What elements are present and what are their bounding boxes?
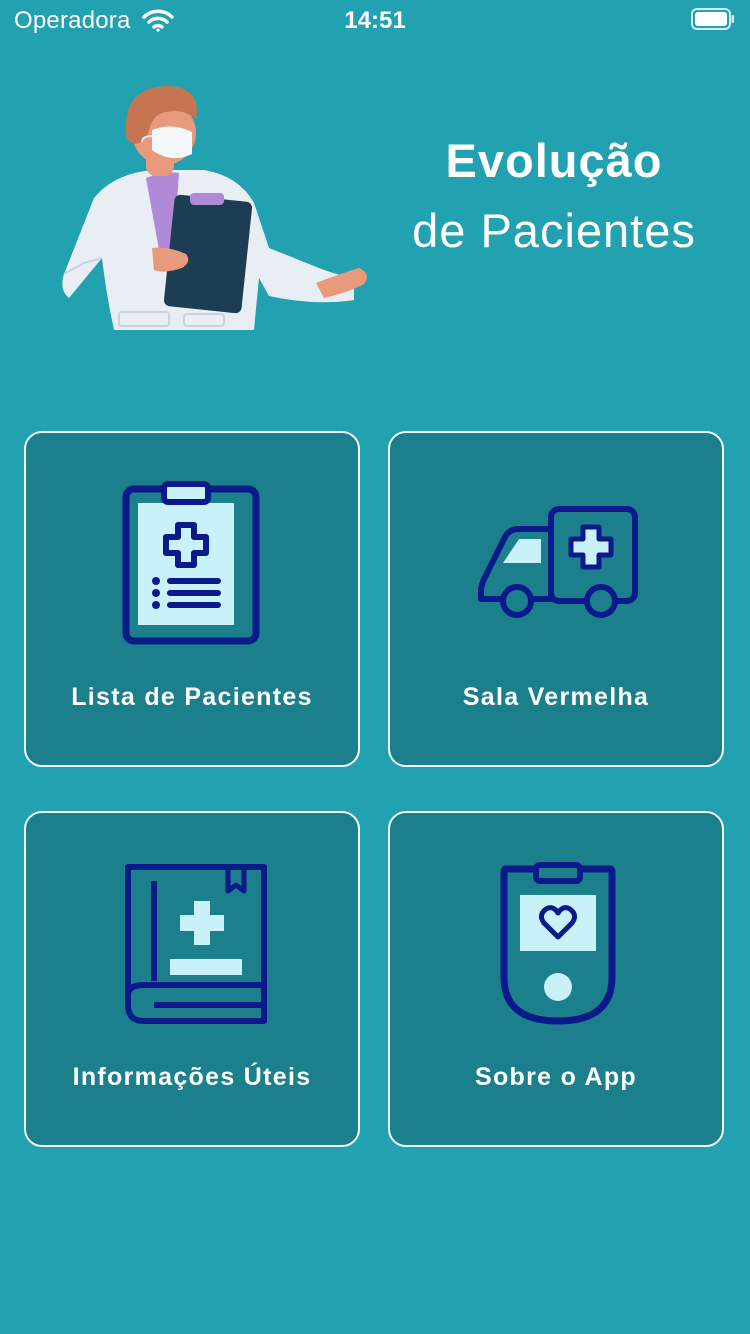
menu-card-label: Sobre o App <box>475 1063 637 1091</box>
menu-card-useful-info[interactable]: Informações Úteis <box>24 811 360 1147</box>
menu-card-red-room[interactable]: Sala Vermelha <box>388 431 724 767</box>
menu-card-about-app[interactable]: Sobre o App <box>388 811 724 1147</box>
clock: 14:51 <box>344 7 406 34</box>
ambulance-icon <box>478 506 638 618</box>
clipboard-medical-icon <box>122 481 260 645</box>
status-bar: Operadora 14:51 <box>0 0 750 40</box>
heart-monitor-device-icon <box>500 862 616 1025</box>
app-title: Evolução <box>445 134 663 187</box>
menu-card-label: Lista de Pacientes <box>71 683 313 711</box>
menu-card-label: Informações Úteis <box>72 1063 312 1091</box>
medical-book-icon <box>125 864 267 1024</box>
menu-card-patient-list[interactable]: Lista de Pacientes <box>24 431 360 767</box>
app-subtitle: de Pacientes <box>412 204 696 257</box>
menu-card-label: Sala Vermelha <box>462 683 650 711</box>
doctor-illustration <box>62 86 368 330</box>
battery-icon <box>691 8 734 30</box>
